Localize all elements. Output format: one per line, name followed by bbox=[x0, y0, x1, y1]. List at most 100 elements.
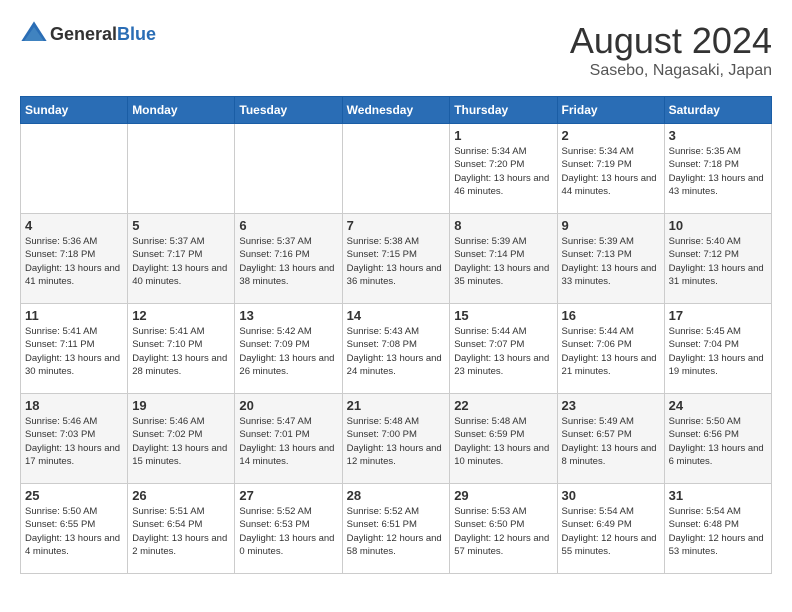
day-number: 2 bbox=[562, 128, 660, 143]
day-info: Sunrise: 5:52 AMSunset: 6:51 PMDaylight:… bbox=[347, 505, 446, 558]
day-info: Sunrise: 5:43 AMSunset: 7:08 PMDaylight:… bbox=[347, 325, 446, 378]
day-number: 27 bbox=[239, 488, 337, 503]
day-info: Sunrise: 5:40 AMSunset: 7:12 PMDaylight:… bbox=[669, 235, 767, 288]
calendar-cell: 9Sunrise: 5:39 AMSunset: 7:13 PMDaylight… bbox=[557, 214, 664, 304]
logo: GeneralBlue bbox=[20, 20, 156, 48]
day-number: 29 bbox=[454, 488, 552, 503]
column-header-wednesday: Wednesday bbox=[342, 97, 450, 124]
day-number: 19 bbox=[132, 398, 230, 413]
day-number: 10 bbox=[669, 218, 767, 233]
calendar-cell bbox=[342, 124, 450, 214]
calendar-cell: 17Sunrise: 5:45 AMSunset: 7:04 PMDayligh… bbox=[664, 304, 771, 394]
day-info: Sunrise: 5:45 AMSunset: 7:04 PMDaylight:… bbox=[669, 325, 767, 378]
calendar-cell: 27 Sunrise: 5:52 AMSunset: 6:53 PMDayligh… bbox=[235, 484, 342, 574]
column-header-saturday: Saturday bbox=[664, 97, 771, 124]
day-info: Sunrise: 5:52 AMSunset: 6:53 PMDaylight:… bbox=[239, 505, 337, 558]
calendar-cell: 24 Sunrise: 5:50 AMSunset: 6:56 PMDayligh… bbox=[664, 394, 771, 484]
day-number: 23 bbox=[562, 398, 660, 413]
day-number: 3 bbox=[669, 128, 767, 143]
column-header-sunday: Sunday bbox=[21, 97, 128, 124]
day-number: 18 bbox=[25, 398, 123, 413]
column-header-tuesday: Tuesday bbox=[235, 97, 342, 124]
day-number: 7 bbox=[347, 218, 446, 233]
day-info: Sunrise: 5:53 AMSunset: 6:50 PMDaylight:… bbox=[454, 505, 552, 558]
day-number: 31 bbox=[669, 488, 767, 503]
calendar-cell: 28 Sunrise: 5:52 AMSunset: 6:51 PMDayligh… bbox=[342, 484, 450, 574]
calendar-cell: 21 Sunrise: 5:48 AMSunset: 7:00 PMDayligh… bbox=[342, 394, 450, 484]
column-header-friday: Friday bbox=[557, 97, 664, 124]
page-header: GeneralBlue August 2024 Sasebo, Nagasaki… bbox=[20, 20, 772, 80]
day-info: Sunrise: 5:48 AMSunset: 6:59 PMDaylight:… bbox=[454, 415, 552, 468]
calendar-cell: 2 Sunrise: 5:34 AMSunset: 7:19 PMDaylight… bbox=[557, 124, 664, 214]
day-info: Sunrise: 5:46 AMSunset: 7:02 PMDaylight:… bbox=[132, 415, 230, 468]
day-number: 24 bbox=[669, 398, 767, 413]
calendar-cell: 13 Sunrise: 5:42 AMSunset: 7:09 PMDayligh… bbox=[235, 304, 342, 394]
day-info: Sunrise: 5:37 AMSunset: 7:17 PMDaylight:… bbox=[132, 235, 230, 288]
calendar-cell: 3Sunrise: 5:35 AMSunset: 7:18 PMDaylight… bbox=[664, 124, 771, 214]
calendar-week-row: 25 Sunrise: 5:50 AMSunset: 6:55 PMDayligh… bbox=[21, 484, 772, 574]
day-number: 21 bbox=[347, 398, 446, 413]
day-info: Sunrise: 5:34 AMSunset: 7:19 PMDaylight:… bbox=[562, 145, 660, 198]
day-number: 1 bbox=[454, 128, 552, 143]
calendar-week-row: 11Sunrise: 5:41 AMSunset: 7:11 PMDayligh… bbox=[21, 304, 772, 394]
calendar-cell: 7Sunrise: 5:38 AMSunset: 7:15 PMDaylight… bbox=[342, 214, 450, 304]
logo-icon bbox=[20, 20, 48, 48]
day-info: Sunrise: 5:41 AMSunset: 7:11 PMDaylight:… bbox=[25, 325, 123, 378]
day-info: Sunrise: 5:50 AMSunset: 6:56 PMDaylight:… bbox=[669, 415, 767, 468]
calendar-cell: 16 Sunrise: 5:44 AMSunset: 7:06 PMDayligh… bbox=[557, 304, 664, 394]
day-info: Sunrise: 5:41 AMSunset: 7:10 PMDaylight:… bbox=[132, 325, 230, 378]
day-number: 28 bbox=[347, 488, 446, 503]
calendar-cell bbox=[21, 124, 128, 214]
day-number: 30 bbox=[562, 488, 660, 503]
day-info: Sunrise: 5:48 AMSunset: 7:00 PMDaylight:… bbox=[347, 415, 446, 468]
calendar-cell: 6Sunrise: 5:37 AMSunset: 7:16 PMDaylight… bbox=[235, 214, 342, 304]
calendar-cell: 31 Sunrise: 5:54 AMSunset: 6:48 PMDayligh… bbox=[664, 484, 771, 574]
day-info: Sunrise: 5:34 AMSunset: 7:20 PMDaylight:… bbox=[454, 145, 552, 198]
calendar-cell: 10 Sunrise: 5:40 AMSunset: 7:12 PMDayligh… bbox=[664, 214, 771, 304]
calendar-week-row: 1 Sunrise: 5:34 AMSunset: 7:20 PMDaylight… bbox=[21, 124, 772, 214]
day-number: 16 bbox=[562, 308, 660, 323]
day-number: 12 bbox=[132, 308, 230, 323]
calendar-cell bbox=[235, 124, 342, 214]
day-number: 8 bbox=[454, 218, 552, 233]
calendar-cell: 4 Sunrise: 5:36 AMSunset: 7:18 PMDaylight… bbox=[21, 214, 128, 304]
day-info: Sunrise: 5:49 AMSunset: 6:57 PMDaylight:… bbox=[562, 415, 660, 468]
calendar-cell: 8Sunrise: 5:39 AMSunset: 7:14 PMDaylight… bbox=[450, 214, 557, 304]
day-number: 6 bbox=[239, 218, 337, 233]
day-info: Sunrise: 5:50 AMSunset: 6:55 PMDaylight:… bbox=[25, 505, 123, 558]
calendar-week-row: 4 Sunrise: 5:36 AMSunset: 7:18 PMDaylight… bbox=[21, 214, 772, 304]
day-number: 13 bbox=[239, 308, 337, 323]
day-number: 22 bbox=[454, 398, 552, 413]
calendar-cell: 1 Sunrise: 5:34 AMSunset: 7:20 PMDaylight… bbox=[450, 124, 557, 214]
calendar-cell: 5 Sunrise: 5:37 AMSunset: 7:17 PMDaylight… bbox=[128, 214, 235, 304]
day-info: Sunrise: 5:42 AMSunset: 7:09 PMDaylight:… bbox=[239, 325, 337, 378]
calendar-cell: 20 Sunrise: 5:47 AMSunset: 7:01 PMDayligh… bbox=[235, 394, 342, 484]
day-info: Sunrise: 5:47 AMSunset: 7:01 PMDaylight:… bbox=[239, 415, 337, 468]
calendar-cell: 18Sunrise: 5:46 AMSunset: 7:03 PMDayligh… bbox=[21, 394, 128, 484]
calendar-header-row: SundayMondayTuesdayWednesdayThursdayFrid… bbox=[21, 97, 772, 124]
day-info: Sunrise: 5:51 AMSunset: 6:54 PMDaylight:… bbox=[132, 505, 230, 558]
calendar-cell: 22 Sunrise: 5:48 AMSunset: 6:59 PMDayligh… bbox=[450, 394, 557, 484]
day-info: Sunrise: 5:54 AMSunset: 6:48 PMDaylight:… bbox=[669, 505, 767, 558]
day-number: 20 bbox=[239, 398, 337, 413]
day-number: 15 bbox=[454, 308, 552, 323]
day-number: 5 bbox=[132, 218, 230, 233]
calendar-cell: 15Sunrise: 5:44 AMSunset: 7:07 PMDayligh… bbox=[450, 304, 557, 394]
day-number: 26 bbox=[132, 488, 230, 503]
day-number: 4 bbox=[25, 218, 123, 233]
calendar-cell: 29 Sunrise: 5:53 AMSunset: 6:50 PMDayligh… bbox=[450, 484, 557, 574]
logo-general: General bbox=[50, 24, 117, 44]
day-info: Sunrise: 5:39 AMSunset: 7:13 PMDaylight:… bbox=[562, 235, 660, 288]
day-info: Sunrise: 5:44 AMSunset: 7:06 PMDaylight:… bbox=[562, 325, 660, 378]
day-number: 14 bbox=[347, 308, 446, 323]
day-info: Sunrise: 5:36 AMSunset: 7:18 PMDaylight:… bbox=[25, 235, 123, 288]
calendar-table: SundayMondayTuesdayWednesdayThursdayFrid… bbox=[20, 96, 772, 574]
calendar-cell: 14 Sunrise: 5:43 AMSunset: 7:08 PMDayligh… bbox=[342, 304, 450, 394]
column-header-thursday: Thursday bbox=[450, 97, 557, 124]
column-header-monday: Monday bbox=[128, 97, 235, 124]
calendar-cell: 30Sunrise: 5:54 AMSunset: 6:49 PMDayligh… bbox=[557, 484, 664, 574]
calendar-week-row: 18Sunrise: 5:46 AMSunset: 7:03 PMDayligh… bbox=[21, 394, 772, 484]
calendar-cell: 23 Sunrise: 5:49 AMSunset: 6:57 PMDayligh… bbox=[557, 394, 664, 484]
logo-blue: Blue bbox=[117, 24, 156, 44]
day-number: 25 bbox=[25, 488, 123, 503]
